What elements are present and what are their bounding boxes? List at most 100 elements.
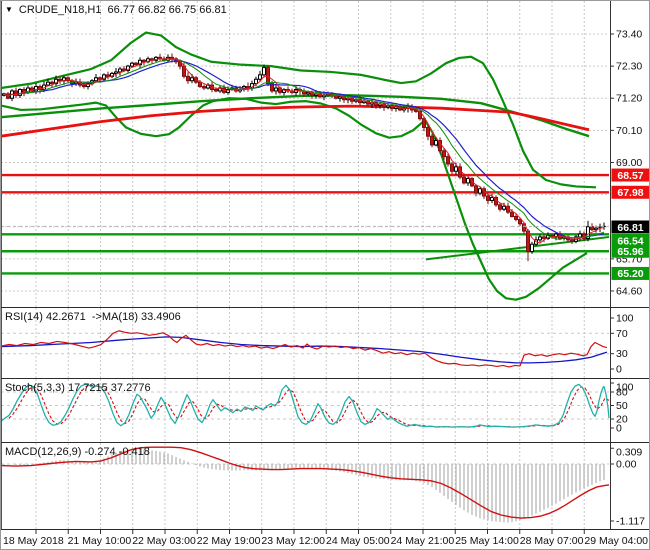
rsi-tick-label: 30: [616, 348, 628, 360]
candle-body: [590, 226, 594, 231]
candle-body: [538, 236, 542, 241]
main-chart-title: ▼ CRUDE_N18,H1 66.77 66.82 66.75 66.81: [5, 4, 227, 16]
candle-body: [306, 91, 310, 95]
candle-body: [486, 195, 490, 201]
stochastic-label: Stoch(5,3,3) 17.7215 37.2776: [5, 382, 151, 394]
candle-body: [190, 77, 194, 82]
candle-body: [466, 178, 470, 184]
price-badge-text: 65.96: [617, 246, 643, 258]
time-axis-label: 28 May 07:00: [519, 535, 584, 547]
time-axis-label: 22 May 19:00: [196, 535, 261, 547]
rsi-ma-line: [1, 336, 608, 364]
time-axis-label: 25 May 14:00: [455, 535, 519, 547]
candle-body: [450, 163, 454, 172]
main-plot-group: [1, 31, 609, 301]
candle-body: [58, 78, 62, 82]
time-axis-label: 29 May 04:00: [584, 535, 649, 547]
candle-body: [454, 166, 458, 172]
candle-body: [82, 84, 86, 88]
macd-panel[interactable]: 0.309 0.00 -1.117 MACD(12,26,9) -0.274 -0.…: [1, 443, 649, 530]
time-axis[interactable]: 18 May 2018 21 May 10:00 22 May 03:00 22 Ma…: [1, 530, 649, 549]
candles-series: [2, 53, 606, 262]
candle-body: [258, 74, 262, 80]
rsi-tick-label: 70: [616, 328, 628, 340]
price-tick-label: 73.40: [616, 29, 642, 41]
macd-label: MACD(12,26,9) -0.274 -0.418: [5, 446, 150, 458]
macd-tick-label: 0.00: [616, 459, 637, 471]
rsi-panel[interactable]: 100 70 30 0 RSI(14) 42.2671 ->MA(18) 33.490…: [1, 308, 649, 379]
candle-body: [98, 77, 102, 80]
candle-body: [274, 87, 278, 92]
candle-body: [518, 218, 522, 225]
candle-body: [134, 62, 138, 66]
candle-body: [34, 86, 38, 92]
candle-body: [502, 205, 506, 210]
price-level-badge: 68.57: [611, 168, 649, 182]
candle-body: [214, 88, 218, 92]
candle-body: [542, 236, 546, 239]
stoch-tick-label: 50: [616, 400, 628, 412]
candle-body: [478, 188, 482, 194]
candle-body: [490, 197, 494, 201]
time-axis-label: 21 May 10:00: [67, 535, 132, 547]
price-tick-label: 64.60: [616, 285, 642, 297]
main-chart-panel[interactable]: 73.40 72.30 71.20 70.10 69.00 65.70 64.60 68.57…: [1, 1, 650, 308]
price-badge-text: 66.81: [617, 222, 643, 234]
candle-body: [446, 156, 450, 165]
candle-body: [106, 74, 110, 77]
quote-summary: 66.77 66.82 66.75 66.81: [107, 4, 227, 16]
candle-body: [474, 185, 478, 194]
candle-body: [50, 81, 54, 85]
main-chart-canvas[interactable]: 73.4072.3071.2070.1069.0065.7064.6068.57…: [1, 1, 650, 308]
candle-body: [262, 67, 266, 76]
rsi-tick-label: 100: [616, 313, 634, 325]
candle-body: [426, 126, 430, 137]
macd-histogram: [3, 448, 605, 523]
candle-body: [142, 59, 146, 63]
candle-body: [430, 135, 434, 146]
stoch-tick-label: 0: [616, 423, 622, 435]
rsi-tick-label: 0: [616, 364, 622, 376]
price-tick-label: 70.10: [616, 125, 642, 137]
macd-tick-label: 0.309: [616, 447, 642, 459]
time-tick-marks: [35, 530, 585, 534]
price-level-badge: 66.81: [611, 220, 649, 234]
rsi-label: RSI(14) 42.2671 ->MA(18) 33.4906: [5, 311, 181, 323]
candle-body: [118, 68, 122, 73]
stochastic-panel[interactable]: 100 80 50 20 0 Stoch(5,3,3) 17.7215 37.2776: [1, 379, 649, 443]
time-axis-label: 22 May 03:00: [132, 535, 196, 547]
candle-body: [462, 176, 466, 184]
candle-body: [202, 86, 206, 89]
candle-body: [434, 140, 438, 146]
symbol-dropdown-arrow[interactable]: ▼: [5, 6, 13, 14]
candle-body: [570, 239, 574, 242]
symbol-label: CRUDE_N18,H1: [18, 4, 102, 16]
price-badge-text: 67.98: [617, 187, 643, 199]
stoch-tick-label: 80: [616, 387, 628, 399]
price-tick-label: 69.00: [616, 157, 642, 169]
candle-body: [442, 150, 446, 158]
time-axis-label: 18 May 2018: [3, 535, 64, 547]
candle-body: [266, 67, 270, 85]
time-axis-label: 24 May 05:00: [326, 535, 390, 547]
rsi-line: [1, 330, 608, 368]
price-level-badge: 65.96: [611, 244, 649, 258]
time-axis-label: 23 May 12:00: [261, 535, 326, 547]
candle-body: [498, 204, 502, 210]
candle-body: [130, 62, 134, 67]
candle-body: [338, 96, 342, 99]
candle-body: [530, 243, 534, 253]
candle-body: [114, 71, 118, 74]
candle-body: [94, 77, 98, 82]
chart-window: 73.40 72.30 71.20 70.10 69.00 65.70 64.60 68.57…: [0, 0, 650, 550]
price-tick-label: 72.30: [616, 61, 642, 73]
candle-body: [514, 216, 518, 220]
price-level-badge: 65.20: [611, 266, 649, 280]
price-badge-text: 65.20: [617, 268, 643, 280]
candle-body: [254, 78, 258, 85]
time-axis-label: 24 May 21:00: [390, 535, 455, 547]
macd-tick-label: -1.117: [616, 515, 645, 527]
candle-body: [46, 81, 50, 86]
candle-body: [510, 211, 514, 217]
price-level-badge: 67.98: [611, 185, 649, 199]
